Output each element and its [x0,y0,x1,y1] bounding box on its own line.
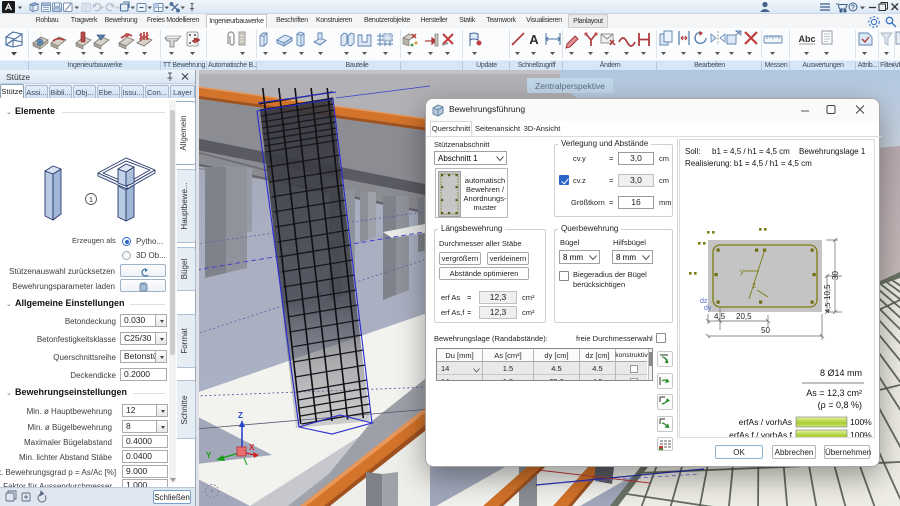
svg-text:y: y [740,267,744,276]
svg-text:50: 50 [761,326,770,335]
svg-text:30: 30 [831,271,840,280]
svg-text:(ρ = 0,8 %): (ρ = 0,8 %) [818,400,862,410]
svg-text:4,5: 4,5 [714,312,726,321]
svg-text:20,5: 20,5 [736,312,752,321]
svg-text:1: 1 [89,195,93,204]
svg-text:As = 12,3 cm²: As = 12,3 cm² [806,388,862,398]
svg-text:10,5: 10,5 [823,284,832,300]
svg-text:8 Ø14 mm: 8 Ø14 mm [820,368,862,378]
svg-text:X: X [249,443,255,452]
svg-text:100%: 100% [850,430,872,438]
svg-text:Z: Z [238,411,243,420]
svg-text:Zentralperspektive: Zentralperspektive [535,81,605,91]
svg-text:A: A [529,32,539,47]
svg-text:Abc: Abc [798,34,815,44]
svg-text:Y: Y [206,451,212,460]
svg-text:erfAs / vorhAs: erfAs / vorhAs [739,417,792,427]
svg-text:z: z [752,281,756,290]
svg-text:?: ? [851,5,855,12]
svg-text:erfAs,f / vorhAs,f: erfAs,f / vorhAs,f [729,430,792,438]
svg-text:dz: dz [700,298,708,305]
svg-text:100%: 100% [850,417,872,427]
svg-text:dy: dy [704,305,712,312]
svg-text:4,5: 4,5 [823,303,832,313]
